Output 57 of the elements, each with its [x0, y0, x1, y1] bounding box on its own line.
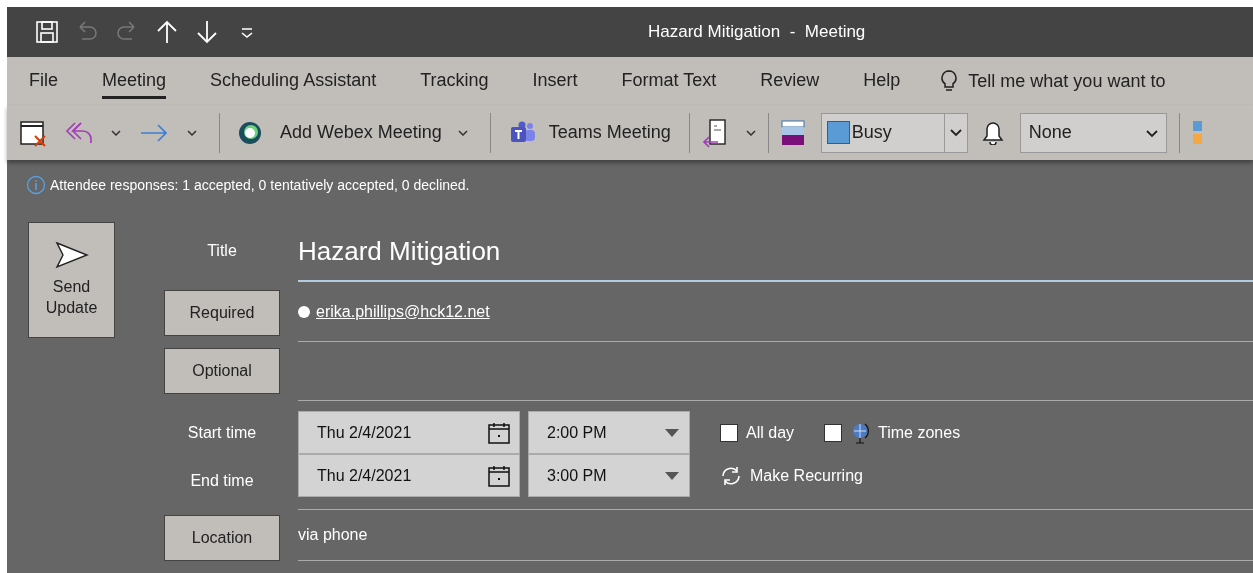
- checkbox[interactable]: [824, 423, 843, 442]
- teams-button[interactable]: Teams Meeting: [502, 119, 677, 146]
- location-field[interactable]: via phone: [298, 526, 368, 544]
- calendar-icon[interactable]: [487, 463, 511, 488]
- make-recurring-link[interactable]: Make Recurring: [750, 466, 863, 485]
- date-field[interactable]: Thu 2/4/2021: [298, 411, 520, 454]
- caret-icon[interactable]: [111, 129, 121, 136]
- send-update-button[interactable]: Send Update: [28, 222, 115, 338]
- end-time-label: End time: [189, 470, 255, 491]
- save-icon[interactable]: [34, 19, 60, 45]
- tell-me-field[interactable]: Tell me what you want to: [968, 70, 1166, 92]
- caret-icon[interactable]: [457, 129, 468, 136]
- required-button[interactable]: Required: [164, 290, 280, 336]
- caret-icon[interactable]: [745, 129, 756, 136]
- title-field[interactable]: Hazard Mitigation: [298, 222, 1253, 282]
- ribbon-tab[interactable]: Tracking: [420, 63, 489, 99]
- down-arrow-icon[interactable]: [194, 19, 220, 45]
- time-dropdown[interactable]: 2:00 PM: [528, 411, 690, 454]
- show-as-dropdown[interactable]: Busy: [820, 112, 968, 153]
- ribbon-tab[interactable]: File: [29, 63, 58, 99]
- ribbon-tab[interactable]: Review: [760, 63, 820, 99]
- location-button[interactable]: Location: [164, 515, 280, 561]
- ribbon-tab[interactable]: Format Text: [621, 63, 717, 99]
- start-time-label: Start time: [186, 422, 258, 443]
- bell-icon: [981, 120, 1004, 145]
- dropdown-arrow-icon[interactable]: [665, 428, 679, 437]
- window-title: Hazard Mitigation - Meeting: [648, 22, 866, 42]
- caret-icon[interactable]: [187, 129, 197, 136]
- time-dropdown[interactable]: 3:00 PM: [528, 454, 690, 497]
- ribbon-tab[interactable]: Insert: [532, 63, 578, 99]
- checkbox-label: Time zones: [878, 423, 961, 442]
- webex-button[interactable]: Add Webex Meeting: [232, 119, 448, 146]
- webex-icon: [238, 120, 262, 145]
- show-as-icon[interactable]: [780, 119, 805, 146]
- date-field[interactable]: Thu 2/4/2021: [298, 454, 520, 497]
- checkbox-label: All day: [746, 423, 795, 442]
- teams-icon: [508, 120, 537, 145]
- info-icon: [26, 175, 46, 195]
- ribbon-tab[interactable]: Meeting: [102, 63, 167, 99]
- attendee-responses-text: Attendee responses: 1 accepted, 0 tentatively accepted, 0 declined.: [50, 177, 470, 193]
- ribbon-tab[interactable]: Help: [863, 63, 901, 99]
- ribbon-tab[interactable]: Scheduling Assistant: [210, 63, 377, 99]
- reminder-dropdown[interactable]: None: [1019, 112, 1167, 153]
- reply-all-icon[interactable]: [63, 119, 93, 146]
- response-icon[interactable]: [701, 117, 728, 148]
- title-label: Title: [206, 241, 238, 261]
- send-icon: [54, 241, 89, 270]
- presence-icon: [298, 305, 310, 318]
- optional-button[interactable]: Optional: [164, 348, 280, 394]
- recurrence-icon: [720, 465, 742, 486]
- calendar-icon[interactable]: [487, 420, 511, 445]
- checkbox[interactable]: [720, 423, 738, 442]
- lightbulb-icon: [940, 69, 959, 93]
- dropdown-arrow-icon[interactable]: [665, 471, 679, 480]
- chevron-down-icon[interactable]: [1145, 130, 1158, 138]
- chevron-down-icon[interactable]: [949, 128, 962, 137]
- attendee-link[interactable]: erika.phillips@hck12.net: [316, 302, 490, 321]
